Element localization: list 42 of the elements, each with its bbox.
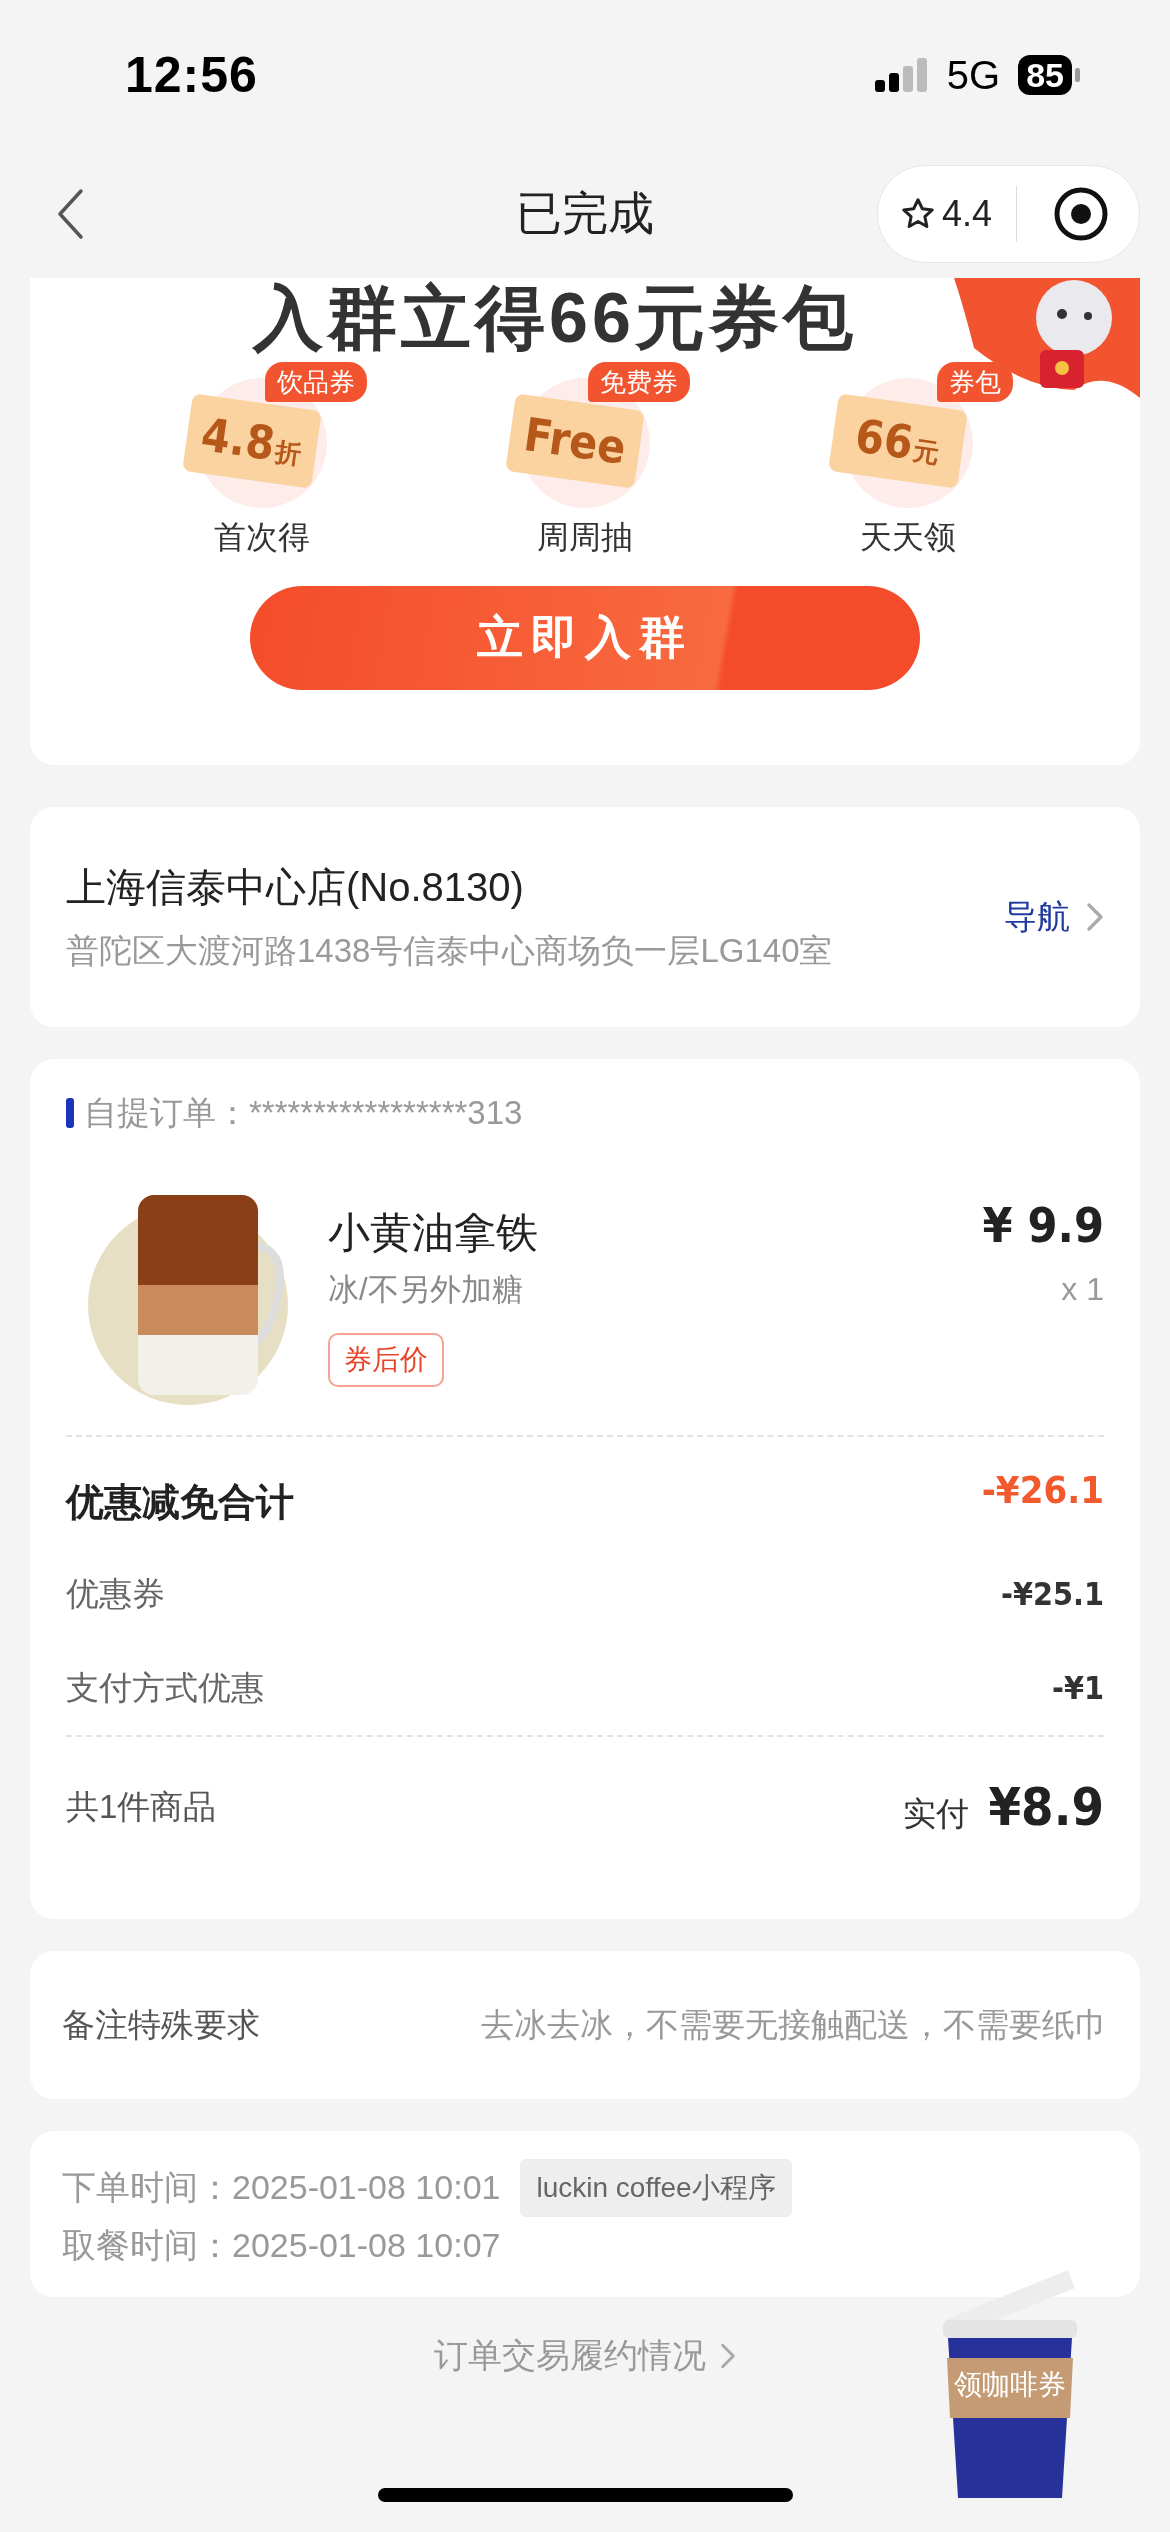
chevron-right-icon — [1086, 902, 1104, 932]
discount-total-value: -¥26.1 — [981, 1468, 1104, 1512]
paid-amount: ¥8.9 — [988, 1777, 1104, 1837]
product-name: 小黄油拿铁 — [328, 1208, 539, 1258]
status-time: 12:56 — [125, 46, 258, 104]
time-info: 取餐时间：2025-01-08 10:07 — [62, 2225, 501, 2266]
coupon-tag: 免费券 — [588, 362, 690, 402]
accent-bar — [66, 1098, 74, 1128]
price-tag: 券后价 — [328, 1333, 444, 1387]
join-group-button[interactable]: 立即入群 — [250, 586, 920, 690]
perk-caption: 天天领 — [860, 518, 957, 557]
discount-label: 支付方式优惠 — [66, 1667, 264, 1708]
battery-indicator: 85 — [1018, 55, 1080, 95]
chevron-right-icon — [720, 2341, 736, 2371]
fulfillment-link[interactable]: 订单交易履约情况 — [434, 2333, 736, 2379]
product-options: 冰/不另外加糖 — [328, 1269, 983, 1311]
perk-caption: 周周抽 — [537, 518, 633, 557]
order-number: 自提订单：*****************313 — [84, 1092, 523, 1133]
discount-value: -¥25.1 — [1001, 1575, 1104, 1613]
perk-caption: 首次得 — [213, 518, 310, 557]
rating-button[interactable]: 4.4 — [899, 193, 992, 235]
network-label: 5G — [946, 52, 1001, 98]
item-count: 共1件商品 — [66, 1786, 217, 1827]
source-badge: luckin coffee小程序 — [520, 2159, 792, 2217]
discount-label: 优惠券 — [66, 1573, 165, 1614]
product-quantity: x 1 — [1061, 1271, 1104, 1308]
page-title: 已完成 — [516, 186, 654, 241]
discount-value: -¥1 — [1052, 1669, 1104, 1707]
navigate-link[interactable]: 导航 — [1004, 894, 1104, 940]
discount-total-label: 优惠减免合计 — [66, 1479, 294, 1525]
target-icon[interactable] — [1053, 186, 1109, 242]
coupon-tag: 饮品券 — [264, 362, 367, 402]
remark-label: 备注特殊要求 — [62, 2004, 260, 2045]
store-name: 上海信泰中心店(No.8130) — [66, 864, 525, 911]
paid-label: 实付 — [902, 1794, 969, 1834]
coupon-tag: 券包 — [937, 362, 1014, 402]
signal-icon — [874, 58, 929, 92]
store-address: 普陀区大渡河路1438号信泰中心商场负一层LG140室 — [66, 931, 834, 971]
time-info: 下单时间：2025-01-08 10:01 — [62, 2167, 501, 2208]
product-price: ¥ 9.9 — [982, 1197, 1104, 1253]
remark-text: 去冰去冰，不需要无接触配送，不需要纸巾 — [481, 2004, 1108, 2045]
promo-headline: 入群立得66元券包 — [251, 278, 858, 358]
